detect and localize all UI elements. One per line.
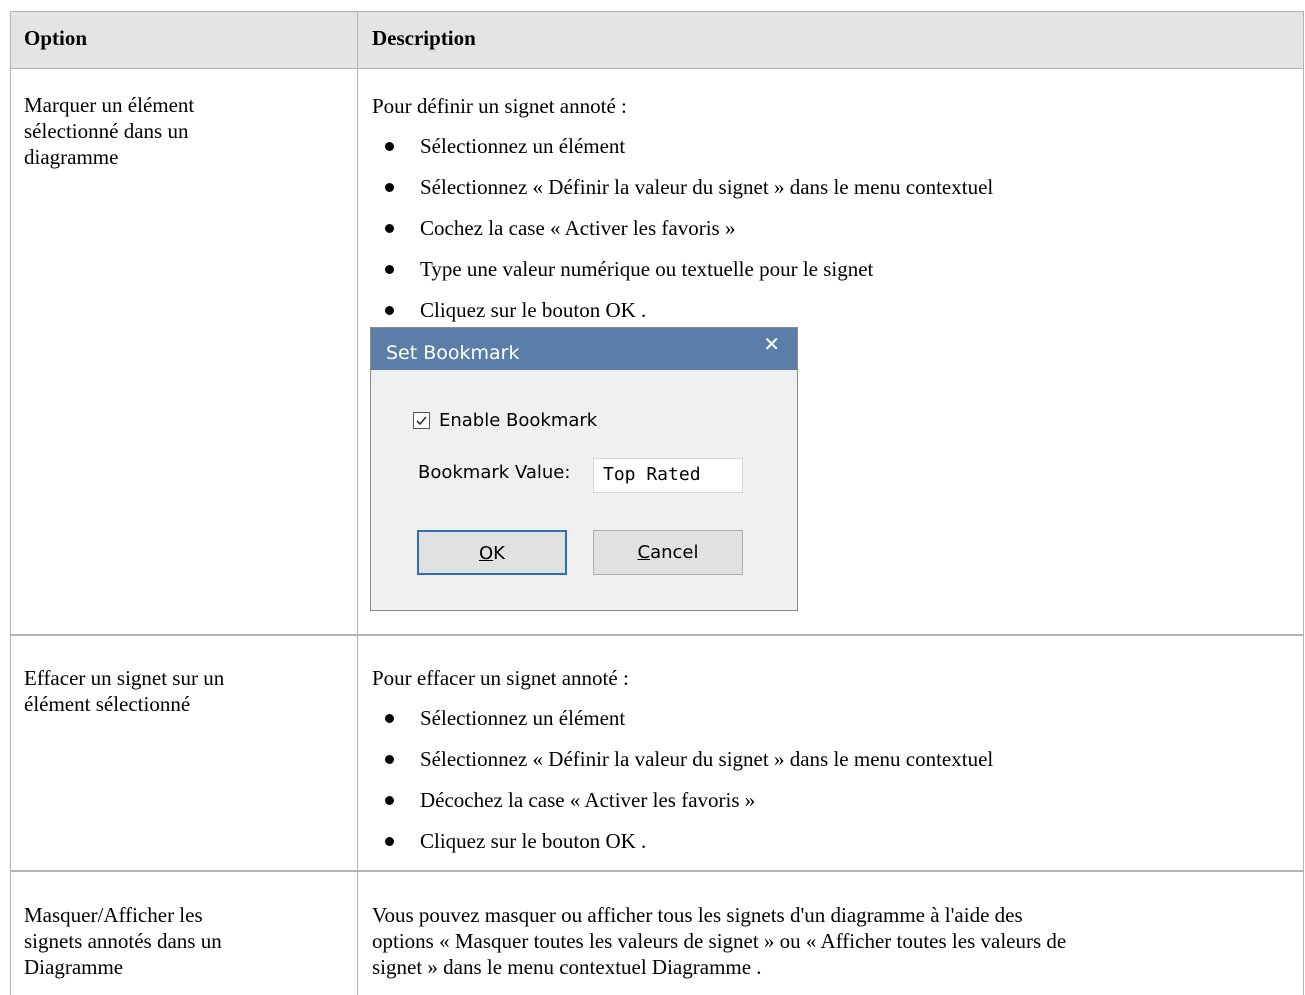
list-item: Sélectionnez « Définir la valeur du sign… bbox=[372, 174, 993, 215]
row2-bullet-list: Sélectionnez un élément Sélectionnez « D… bbox=[372, 705, 993, 869]
dialog-title: Set Bookmark bbox=[386, 342, 520, 364]
list-item: Cochez la case « Activer les favoris » bbox=[372, 215, 993, 256]
bullet-icon bbox=[385, 265, 394, 274]
checkmark-icon bbox=[416, 416, 427, 426]
list-item: Décochez la case « Activer les favoris » bbox=[372, 787, 993, 828]
list-item: Sélectionnez un élément bbox=[372, 705, 993, 746]
column-divider bbox=[357, 12, 358, 995]
table-header: Option Description bbox=[11, 12, 1303, 69]
ok-button[interactable]: OK bbox=[417, 530, 567, 575]
description-line: signet » dans le menu contextuel Diagram… bbox=[372, 955, 762, 979]
bookmark-value-label: Bookmark Value: bbox=[418, 462, 571, 483]
row-divider bbox=[11, 634, 1303, 636]
row1-intro: Pour définir un signet annoté : bbox=[372, 94, 627, 118]
option-line: Marquer un élément bbox=[24, 93, 195, 117]
cancel-button[interactable]: Cancel bbox=[593, 530, 743, 575]
option-line: sélectionné dans un bbox=[24, 119, 189, 143]
set-bookmark-dialog: Set Bookmark ✕ Enable Bookmark Bookmark … bbox=[370, 327, 798, 611]
bullet-icon bbox=[385, 837, 394, 846]
dialog-titlebar: Set Bookmark ✕ bbox=[371, 328, 797, 370]
bullet-icon bbox=[385, 183, 394, 192]
bullet-icon bbox=[385, 142, 394, 151]
row1-bullet-list: Sélectionnez un élément Sélectionnez « D… bbox=[372, 133, 993, 338]
option-line: Masquer/Afficher les bbox=[24, 903, 203, 927]
list-item: Cliquez sur le bouton OK . bbox=[372, 828, 993, 869]
bookmark-value-input[interactable]: Top Rated bbox=[593, 458, 743, 493]
option-line: signets annotés dans un bbox=[24, 929, 222, 953]
bullet-icon bbox=[385, 796, 394, 805]
list-item: Sélectionnez un élément bbox=[372, 133, 993, 174]
row3-description: Vous pouvez masquer ou afficher tous les… bbox=[372, 902, 1272, 980]
bullet-icon bbox=[385, 714, 394, 723]
description-line: Vous pouvez masquer ou afficher tous les… bbox=[372, 903, 1023, 927]
option-line: Diagramme bbox=[24, 955, 124, 979]
header-option: Option bbox=[24, 26, 88, 50]
header-description: Description bbox=[372, 26, 476, 50]
option-line: diagramme bbox=[24, 145, 119, 169]
enable-bookmark-label[interactable]: Enable Bookmark bbox=[439, 410, 597, 431]
option-line: élément sélectionné bbox=[24, 692, 191, 716]
close-icon[interactable]: ✕ bbox=[763, 334, 780, 354]
row2-option: Effacer un signet sur un élément sélecti… bbox=[24, 665, 314, 717]
row-divider bbox=[11, 870, 1303, 872]
row2-intro: Pour effacer un signet annoté : bbox=[372, 666, 629, 690]
enable-bookmark-checkbox[interactable] bbox=[413, 412, 430, 429]
list-item: Type une valeur numérique ou textuelle p… bbox=[372, 256, 993, 297]
option-line: Effacer un signet sur un bbox=[24, 666, 225, 690]
bullet-icon bbox=[385, 224, 394, 233]
description-line: options « Masquer toutes les valeurs de … bbox=[372, 929, 1067, 953]
row3-option: Masquer/Afficher les signets annotés dan… bbox=[24, 902, 314, 980]
bullet-icon bbox=[385, 755, 394, 764]
list-item: Sélectionnez « Définir la valeur du sign… bbox=[372, 746, 993, 787]
row1-option: Marquer un élément sélectionné dans un d… bbox=[24, 92, 314, 170]
bullet-icon bbox=[385, 306, 394, 315]
